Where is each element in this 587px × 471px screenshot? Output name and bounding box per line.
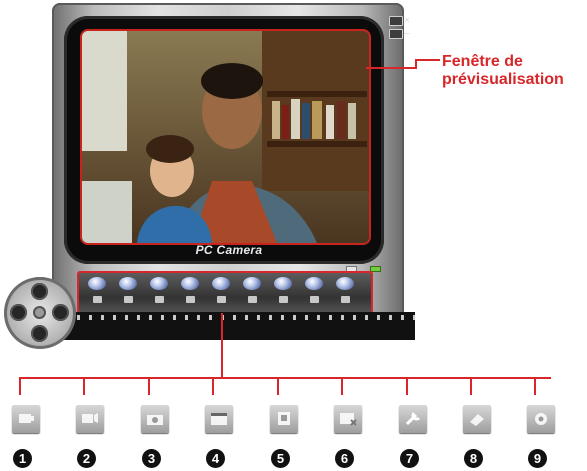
- wrench-icon-label: [279, 296, 288, 303]
- connector-drop-7: [406, 377, 408, 395]
- toolbar-button-8[interactable]: [303, 277, 325, 303]
- clapper-icon-label: [186, 296, 195, 303]
- preview-callout-connector: [415, 59, 417, 69]
- clapper-icon: [205, 405, 233, 433]
- connector-drop-3: [148, 377, 150, 395]
- legend-number-3: 3: [142, 449, 161, 468]
- preview-callout-line: [366, 67, 417, 69]
- connector-drop-8: [470, 377, 472, 395]
- connector-drop-9: [534, 377, 536, 395]
- minimize-icon: –: [404, 28, 410, 39]
- wrench-icon: [274, 277, 292, 290]
- legend-number-6: 6: [335, 449, 354, 468]
- legend-number-2: 2: [77, 449, 96, 468]
- toolbar-button-1[interactable]: [86, 277, 108, 303]
- eraser-icon: [463, 405, 491, 433]
- frame-edit-icon: [212, 277, 230, 290]
- video-capture-icon: [12, 405, 40, 433]
- toolbar-button-2[interactable]: [117, 277, 139, 303]
- video-capture-icon: [88, 277, 106, 290]
- wrench-icon: [399, 405, 427, 433]
- frame-edit-icon-label: [217, 296, 226, 303]
- toolbar-button-4[interactable]: [179, 277, 201, 303]
- settings-gear-icon: [336, 277, 354, 290]
- connector-drop-5: [277, 377, 279, 395]
- video-edit-icon-label: [124, 296, 133, 303]
- close-button[interactable]: [389, 16, 403, 26]
- video-edit-icon: [76, 405, 104, 433]
- settings-gear-icon: [527, 405, 555, 433]
- toolbar-button-5[interactable]: [210, 277, 232, 303]
- legend-number-9: 9: [528, 449, 547, 468]
- toolbar-button-7[interactable]: [272, 277, 294, 303]
- preview-callout-line-2: [415, 59, 440, 61]
- toolbar-button-3[interactable]: [148, 277, 170, 303]
- connector-drop-2: [83, 377, 85, 395]
- camera-toolbar: [77, 271, 373, 316]
- video-capture-icon-label: [93, 296, 102, 303]
- screen-delete-icon-label: [248, 296, 257, 303]
- screen-delete-icon: [243, 277, 261, 290]
- connector-drop-1: [19, 377, 21, 395]
- settings-gear-icon-label: [341, 296, 350, 303]
- legend-number-1: 1: [13, 449, 32, 468]
- film-strip-perforations: [47, 312, 415, 339]
- frame-edit-icon: [270, 405, 298, 433]
- screen-delete-icon: [334, 405, 362, 433]
- eraser-icon: [305, 277, 323, 290]
- connector-trunk: [221, 313, 223, 378]
- legend-number-7: 7: [400, 449, 419, 468]
- legend-number-4: 4: [206, 449, 225, 468]
- preview-window-label: Fenêtre de prévisualisation: [442, 53, 564, 88]
- connector-drop-6: [341, 377, 343, 395]
- toolbar-button-6[interactable]: [241, 277, 263, 303]
- legend-number-5: 5: [271, 449, 290, 468]
- film-reel-icon: [4, 277, 76, 349]
- preview-window: [80, 29, 371, 245]
- window-controls: × –: [389, 16, 419, 42]
- legend-number-8: 8: [464, 449, 483, 468]
- video-edit-icon: [119, 277, 137, 290]
- snapshot-camera-icon: [141, 405, 169, 433]
- connector-drop-4: [212, 377, 214, 395]
- preview-image: [82, 31, 369, 243]
- brand-label: PC Camera: [195, 243, 263, 257]
- minimize-button[interactable]: [389, 29, 403, 39]
- toolbar-button-9[interactable]: [334, 277, 356, 303]
- snapshot-camera-icon-label: [155, 296, 164, 303]
- clapper-icon: [181, 277, 199, 290]
- eraser-icon-label: [310, 296, 319, 303]
- snapshot-camera-icon: [150, 277, 168, 290]
- close-icon: ×: [404, 15, 410, 26]
